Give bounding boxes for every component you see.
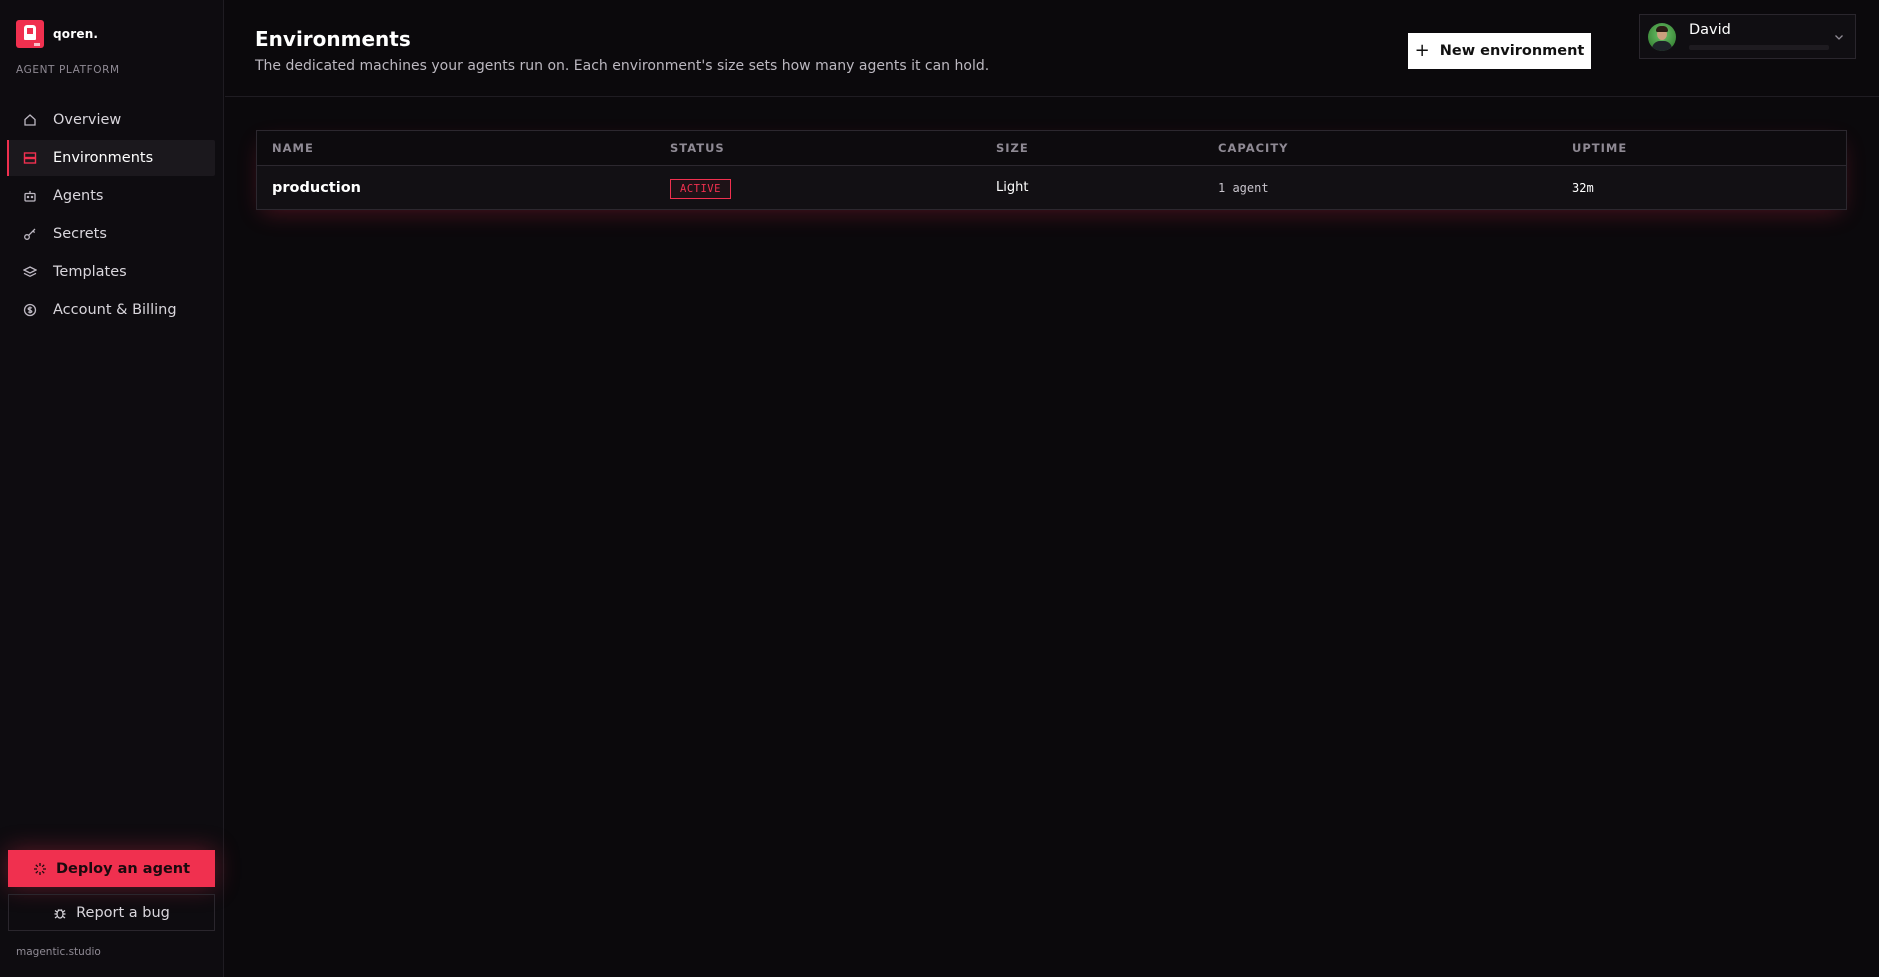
report-bug-button[interactable]: Report a bug <box>8 894 215 931</box>
column-header-uptime: UPTIME <box>1572 141 1628 155</box>
page-header: Environments The dedicated machines your… <box>225 0 1879 97</box>
key-icon <box>23 227 37 241</box>
table-row[interactable]: production ACTIVE Light 1 agent 32m <box>257 166 1846 209</box>
sidebar-item-account-billing[interactable]: Account & Billing <box>8 292 215 328</box>
sidebar-nav: Overview Environments Agents Secrets Tem… <box>7 102 215 330</box>
sidebar-item-label: Agents <box>53 188 104 204</box>
sidebar-item-templates[interactable]: Templates <box>8 254 215 290</box>
qoren-logo-icon <box>16 20 44 48</box>
sidebar-item-secrets[interactable]: Secrets <box>8 216 215 252</box>
layers-icon <box>23 265 37 279</box>
report-bug-label: Report a bug <box>76 904 170 921</box>
sidebar-item-label: Environments <box>53 150 154 166</box>
page-subtitle: The dedicated machines your agents run o… <box>255 58 990 74</box>
column-header-size: SIZE <box>996 141 1029 155</box>
environment-name[interactable]: production <box>272 180 361 196</box>
size-value: Light <box>996 180 1029 195</box>
column-header-name: NAME <box>272 141 314 155</box>
robot-icon <box>23 189 37 203</box>
status-cell: ACTIVE <box>670 177 731 199</box>
page-title: Environments <box>255 27 411 51</box>
avatar <box>1648 22 1676 51</box>
environments-table: NAME STATUS SIZE CAPACITY UPTIME product… <box>256 130 1847 210</box>
brand[interactable]: qoren. <box>16 20 98 48</box>
deploy-agent-button[interactable]: Deploy an agent <box>8 850 215 887</box>
brand-name: qoren. <box>53 27 99 41</box>
status-badge: ACTIVE <box>670 178 731 199</box>
sidebar-item-environments[interactable]: Environments <box>7 140 215 176</box>
platform-label: AGENT PLATFORM <box>16 64 120 76</box>
sidebar-item-label: Overview <box>53 112 122 128</box>
sidebar-item-agents[interactable]: Agents <box>8 178 215 214</box>
sparkle-icon <box>33 862 46 875</box>
sidebar-item-label: Account & Billing <box>53 302 177 318</box>
plus-icon: + <box>1414 39 1430 61</box>
deploy-agent-label: Deploy an agent <box>55 860 191 877</box>
redacted-email <box>1689 45 1829 50</box>
home-icon <box>23 113 37 127</box>
sidebar-item-label: Secrets <box>53 226 107 242</box>
sidebar: qoren. AGENT PLATFORM Overview Environme… <box>0 0 224 977</box>
sidebar-item-overview[interactable]: Overview <box>8 102 215 138</box>
server-icon <box>23 151 37 165</box>
new-environment-label: New environment <box>1439 43 1585 59</box>
chevron-down-icon <box>1835 35 1843 40</box>
app-root: qoren. AGENT PLATFORM Overview Environme… <box>0 0 1879 977</box>
user-name: David <box>1689 22 1731 38</box>
table-header: NAME STATUS SIZE CAPACITY UPTIME <box>257 131 1846 166</box>
footer-credit[interactable]: magentic.studio <box>16 946 101 958</box>
column-header-status: STATUS <box>670 141 725 155</box>
uptime-value: 32m <box>1572 180 1594 195</box>
column-header-capacity: CAPACITY <box>1218 141 1289 155</box>
new-environment-button[interactable]: + New environment <box>1408 33 1591 69</box>
sidebar-item-label: Templates <box>53 264 127 280</box>
capacity-value: 1 agent <box>1218 180 1269 195</box>
user-menu[interactable]: David <box>1639 14 1856 59</box>
bug-icon <box>54 908 66 919</box>
dollar-icon <box>23 303 37 317</box>
